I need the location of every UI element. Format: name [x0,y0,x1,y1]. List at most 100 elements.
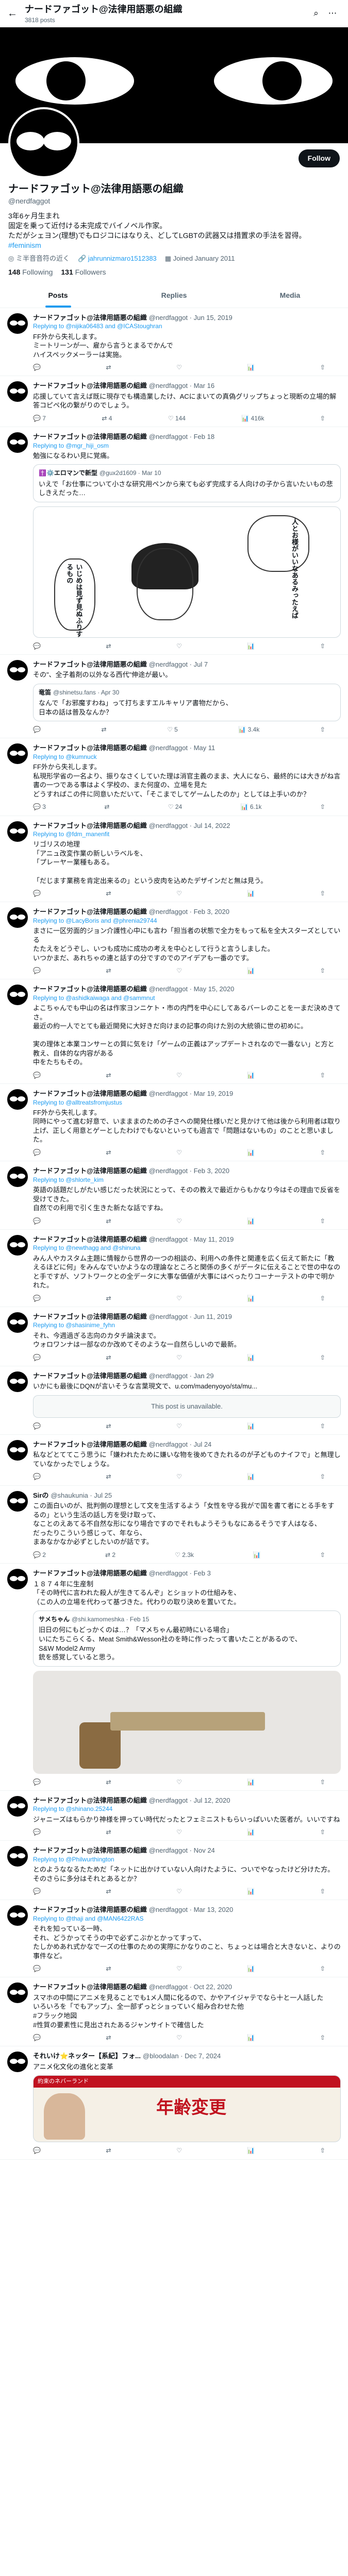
reply-button[interactable]: 💬 [33,1071,41,1079]
post-author-name[interactable]: ナードファゴット@法律用語悪の組織 [33,1371,147,1381]
share-button[interactable]: ⇧ [320,1071,325,1079]
reply-button[interactable]: 💬 [33,1148,41,1157]
repost-button[interactable]: ⇄ [106,1217,111,1225]
reply-button[interactable]: 💬 [33,363,41,371]
avatar[interactable] [7,381,28,402]
post-author-name[interactable]: ナードファゴット@法律用語悪の組織 [33,821,147,831]
avatar[interactable] [7,659,28,681]
repost-button[interactable]: ⇄ [106,1353,111,1362]
avatar[interactable] [7,1371,28,1392]
like-button[interactable]: ♡ [176,1294,182,1302]
like-button[interactable]: ♡ [176,1353,182,1362]
repost-button[interactable]: ⇄ [106,2146,111,2155]
post[interactable]: ナードファゴット@法律用語悪の組織 @nerdfaggot · Feb 3, 20… [0,902,348,980]
post-author-name[interactable]: ナードファゴット@法律用語悪の組織 [33,1235,147,1244]
post[interactable]: ナードファゴット@法律用語悪の組織 @nerdfaggot · Feb 3, 20… [0,1161,348,1230]
post[interactable]: Sirの @shaukunia · Jul 25 この面白いのが、批判側の理想として… [0,1486,348,1564]
repost-button[interactable]: ⇄ [106,1778,111,1786]
post[interactable]: ナードファゴット@法律用語悪の組織 @nerdfaggot · May 11 Rep… [0,738,348,816]
share-button[interactable]: ⇧ [320,803,325,811]
post-author-name[interactable]: ナードファゴット@法律用語悪の組織 [33,1312,147,1321]
following-count[interactable]: 148 Following [8,267,53,277]
profile-link[interactable]: 🔗 jahrunnizmaro1512383 [78,254,157,263]
replying-to-text[interactable]: Replying to @nijika06483 and @ICAStoughr… [33,323,162,330]
avatar[interactable] [7,1905,28,1926]
views-button[interactable]: 📊 [247,1294,255,1302]
reply-button[interactable]: 💬 [33,1778,41,1786]
post-author-name[interactable]: ナードファゴット@法律用語悪の組織 [33,1905,147,1914]
like-button[interactable]: ♡ [176,1472,182,1481]
repost-button[interactable]: ⇄ [106,1422,111,1430]
tab-posts[interactable]: Posts [0,283,116,308]
post-author-name[interactable]: ナードファゴット@法律用語悪の組織 [33,432,147,442]
post[interactable]: ナードファゴット@法律用語悪の組織 @nerdfaggot · Jun 15, 2… [0,308,348,377]
repost-button[interactable]: ⇄ [106,642,111,650]
reply-button[interactable]: 💬 [33,1422,41,1430]
post[interactable]: ナードファゴット@法律用語悪の組織 @nerdfaggot · Mar 13, 2… [0,1900,348,1978]
avatar[interactable] [7,1795,28,1817]
like-button[interactable]: ♡ [176,967,182,975]
share-button[interactable]: ⇧ [320,2146,325,2155]
views-button[interactable]: 📊 [247,1353,255,1362]
post[interactable]: ナードファゴット@法律用語悪の組織 @nerdfaggot · Jul 24 私など… [0,1435,348,1486]
views-button[interactable]: 📊 [247,1217,255,1225]
views-button[interactable]: 📊 [247,1778,255,1786]
repost-button[interactable]: ⇄ [104,803,109,811]
search-icon[interactable]: ⌕ [308,8,324,20]
back-arrow-icon[interactable]: ← [7,7,25,21]
post-author-name[interactable]: ナードファゴット@法律用語悪の組織 [33,1569,147,1578]
reply-button[interactable]: 💬 [33,642,41,650]
post-author-name[interactable]: Sirの [33,1491,48,1500]
replying-to-text[interactable]: Replying to @shlorte_kim [33,1176,104,1183]
reply-button[interactable]: 💬 [33,1887,41,1895]
post[interactable]: ナードファゴット@法律用語悪の組織 @nerdfaggot · Mar 19, 2… [0,1084,348,1162]
manga-image[interactable]: いじめは見ず見ぬふりするもの 人とお様がいいなあるみったえば [33,506,341,638]
post[interactable]: ナードファゴット@法律用語悪の組織 @nerdfaggot · May 15, 2… [0,979,348,1084]
reply-button[interactable]: 💬 [33,1828,41,1836]
share-button[interactable]: ⇧ [320,967,325,975]
share-button[interactable]: ⇧ [320,2033,325,2042]
quoted-post[interactable]: 竜笛 @shinetsu.fans · Apr 30 なんで「お邪魔すわね」って打ち… [33,684,341,722]
repost-button[interactable]: ⇄ [106,1148,111,1157]
reply-button[interactable]: 💬 [33,1353,41,1362]
views-button[interactable]: 📊 6.1k [241,803,262,811]
quoted-post[interactable]: サメちゃん @shi.kamomeshka · Feb 15 旧日の何にもどっかくの… [33,1611,341,1667]
like-button[interactable]: ♡ [176,1778,182,1786]
views-button[interactable]: 📊 [247,1472,255,1481]
share-button[interactable]: ⇧ [320,1887,325,1895]
post[interactable]: ナードファゴット@法律用語悪の組織 @nerdfaggot · Oct 22, 2… [0,1977,348,2047]
avatar[interactable] [7,313,28,334]
like-button[interactable]: ♡ [176,2033,182,2042]
reply-button[interactable]: 💬 [33,725,41,734]
avatar[interactable] [7,432,28,453]
views-button[interactable]: 📊 3.4k [238,725,259,734]
replying-to-text[interactable]: Replying to @shinano.25244 [33,1805,112,1812]
repost-button[interactable]: ⇄ [106,363,111,371]
reply-button[interactable]: 💬 7 [33,414,46,422]
like-button[interactable]: ♡ 2.3k [175,1551,194,1559]
avatar[interactable] [7,1089,28,1110]
tab-replies[interactable]: Replies [116,283,232,308]
repost-button[interactable]: ⇄ [106,1887,111,1895]
share-button[interactable]: ⇧ [320,725,325,734]
share-button[interactable]: ⇧ [320,1422,325,1430]
share-button[interactable]: ⇧ [320,1294,325,1302]
repost-button[interactable]: ⇄ [106,1828,111,1836]
like-button[interactable]: ♡ [176,1148,182,1157]
repost-button[interactable]: ⇄ [106,1964,111,1973]
post[interactable]: ナードファゴット@法律用語悪の組織 @nerdfaggot · Jan 29 いかに… [0,1366,348,1435]
like-button[interactable]: ♡ [176,1887,182,1895]
share-button[interactable]: ⇧ [320,1551,325,1559]
avatar[interactable] [7,1982,28,2004]
bio-hashtag[interactable]: #feminism [8,241,340,250]
tab-media[interactable]: Media [232,283,348,308]
share-button[interactable]: ⇧ [320,642,325,650]
reply-button[interactable]: 💬 [33,2033,41,2042]
like-button[interactable]: ♡ 24 [168,803,182,811]
like-button[interactable]: ♡ 144 [168,414,186,422]
post[interactable]: ナードファゴット@法律用語悪の組織 @nerdfaggot · May 11, 2… [0,1230,348,1307]
avatar[interactable] [7,1234,28,1256]
reply-button[interactable]: 💬 [33,1472,41,1481]
post[interactable]: ナードファゴット@法律用語悪の組織 @nerdfaggot · Jul 7 その"、… [0,655,348,739]
repost-button[interactable]: ⇄ 4 [102,414,112,422]
